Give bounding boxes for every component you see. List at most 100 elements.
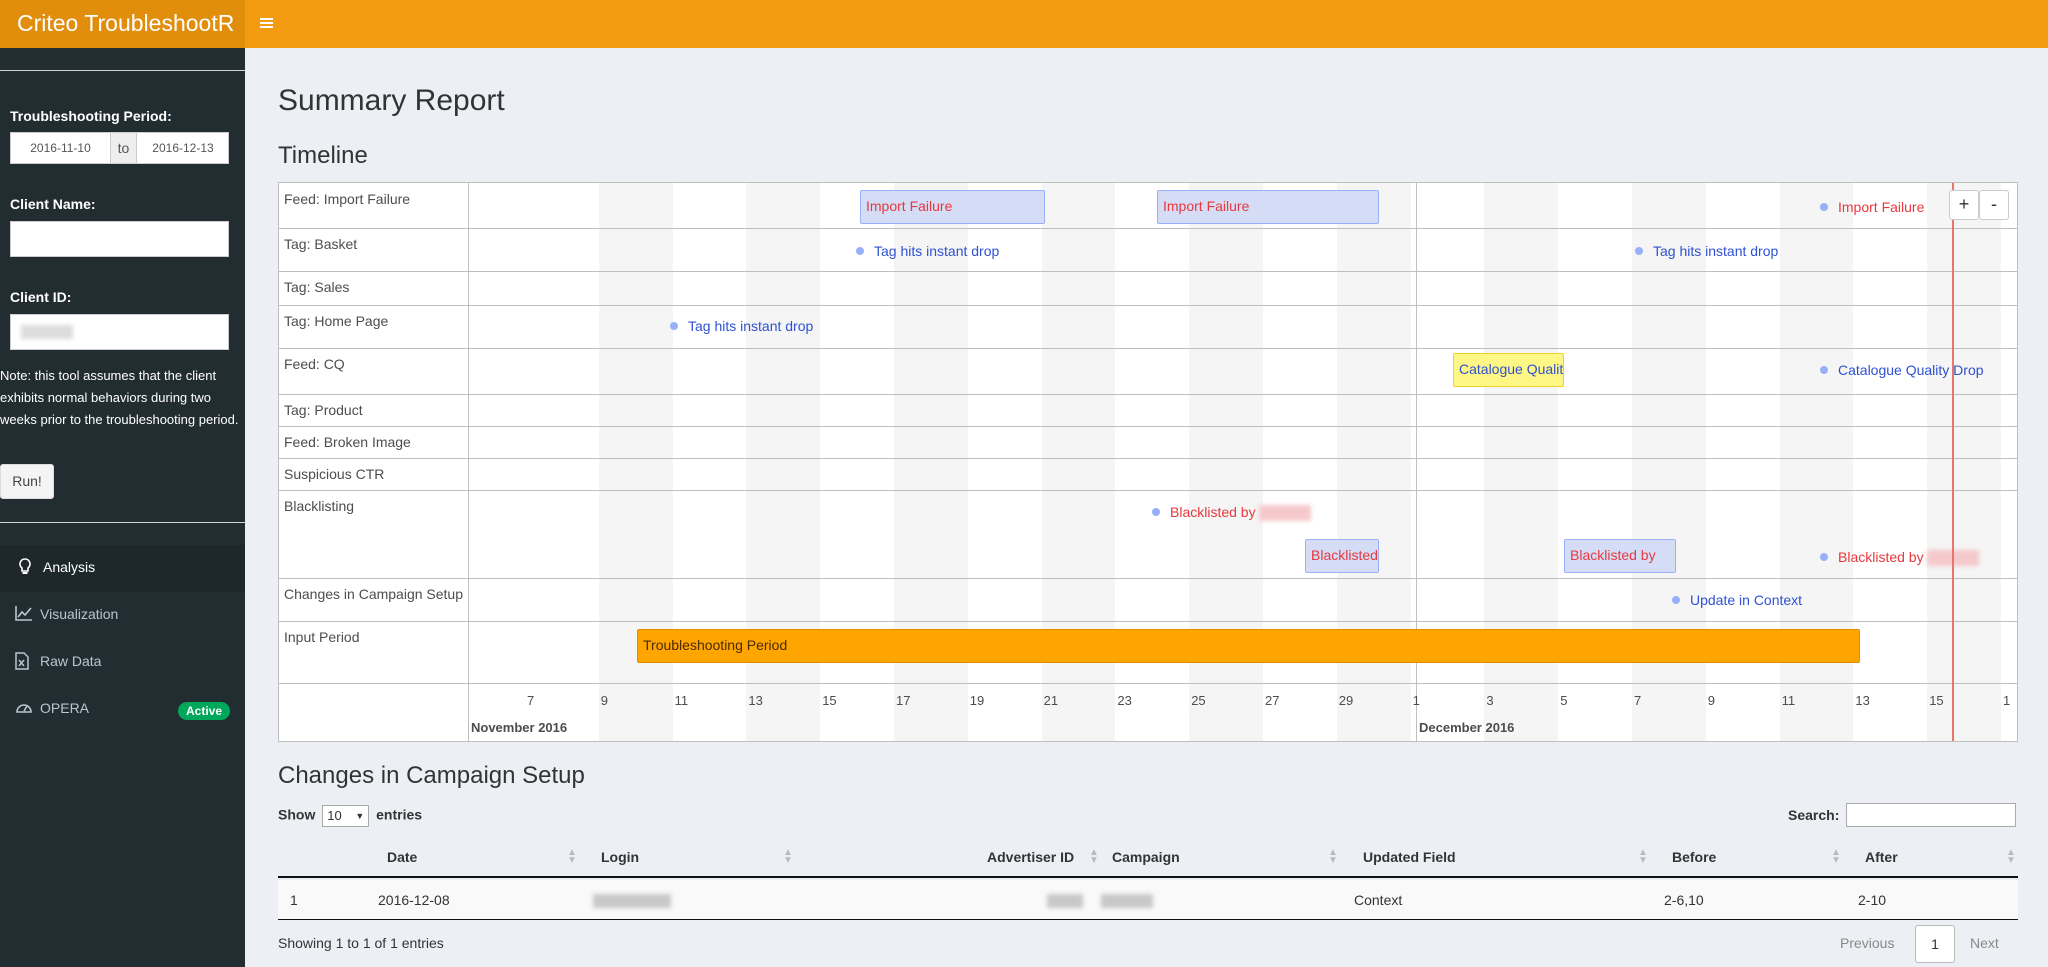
blacklist-point[interactable]: Blacklisted by <box>1820 549 1980 567</box>
menu-item-label: Analysis <box>43 559 96 575</box>
timeline-band <box>1927 183 2001 741</box>
entries-label: entries <box>376 806 423 823</box>
cell-date: 2016-12-08 <box>378 892 450 908</box>
column-header-login[interactable]: Login <box>601 849 639 865</box>
timeline-row-label: Input Period <box>284 629 360 645</box>
file-excel-icon <box>15 652 33 672</box>
import-failure-point[interactable]: Import Failure <box>1820 199 1924 215</box>
show-label: Show <box>278 806 316 823</box>
item-label: Tag hits instant drop <box>874 243 1000 259</box>
zoom-in-button[interactable]: + <box>1949 190 1979 220</box>
point-marker <box>1672 596 1680 605</box>
item-label: Update in Context <box>1690 592 1803 608</box>
timeline-row-label: Feed: CQ <box>284 356 345 372</box>
client-name-input[interactable] <box>10 221 229 257</box>
troubleshooting-period-range[interactable]: Troubleshooting Period <box>637 629 1860 663</box>
basket-drop-point[interactable]: Tag hits instant drop <box>1635 243 1778 259</box>
import-failure-range[interactable]: Import Failure <box>860 190 1045 224</box>
cell-login-redacted <box>593 892 671 909</box>
row-divider <box>279 394 2017 395</box>
axis-tick-label: 17 <box>896 693 911 708</box>
sort-icon[interactable]: ▲ ▼ <box>1089 848 1099 866</box>
zoom-out-button[interactable]: - <box>1979 190 2009 220</box>
sort-icon[interactable]: ▲ ▼ <box>783 848 793 866</box>
sort-icon[interactable]: ▲ ▼ <box>2006 848 2016 866</box>
timeline-row-label: Changes in Campaign Setup <box>284 586 464 602</box>
redacted-login <box>593 894 671 909</box>
row-divider <box>279 683 2017 684</box>
axis-tick-label: 29 <box>1338 693 1354 708</box>
row-divider <box>279 305 2017 306</box>
timeline-row-label: Tag: Basket <box>284 236 358 252</box>
blacklist-point[interactable]: Blacklisted by <box>1152 504 1312 522</box>
row-divider <box>279 271 2017 272</box>
redacted-client-id <box>21 325 73 339</box>
axis-month-label: December 2016 <box>1419 720 1515 735</box>
date-from-input[interactable]: 2016-11-10 <box>11 133 110 163</box>
page-button[interactable]: 1 <box>1915 925 1955 963</box>
sort-icon[interactable]: ▲ ▼ <box>1638 848 1648 866</box>
menu-item-visualization[interactable]: Visualization <box>0 592 245 639</box>
redacted-advertiser-id <box>1047 894 1083 909</box>
timeline-row-label: Blacklisting <box>284 498 355 514</box>
redacted-campaign <box>1101 894 1153 909</box>
home-page-drop-point[interactable]: Tag hits instant drop <box>670 318 813 334</box>
entries-count: 10 <box>327 808 342 823</box>
previous-button[interactable]: Previous <box>1840 935 1894 951</box>
cell-updated-field: Context <box>1354 892 1403 908</box>
current-time-line <box>1952 183 1954 741</box>
menu-item-raw-data[interactable]: Raw Data <box>0 639 245 686</box>
timeline-row-label: Feed: Import Failure <box>284 191 411 207</box>
item-label: Tag hits instant drop <box>1653 243 1779 259</box>
column-header-updated-field[interactable]: Updated Field <box>1363 849 1456 865</box>
item-label: Blacklisted by <box>1838 549 1924 565</box>
sort-icon[interactable]: ▲ ▼ <box>567 848 577 866</box>
date-to-input[interactable]: 2016-12-13 <box>137 133 229 163</box>
blacklist-range[interactable]: Blacklisted by <box>1305 539 1379 573</box>
tool-note: Note: this tool assumes that the client … <box>0 368 239 427</box>
row-divider <box>279 621 2017 622</box>
axis-tick-label: 13 <box>748 693 763 708</box>
point-marker <box>1152 508 1160 517</box>
item-label: Tag hits instant drop <box>688 318 814 334</box>
axis-tick-label: 9 <box>1707 693 1716 708</box>
search-input[interactable] <box>1846 803 2016 827</box>
catalogue-quality-point[interactable]: Catalogue Quality Drop <box>1820 362 1984 378</box>
basket-drop-point[interactable]: Tag hits instant drop <box>856 243 999 259</box>
axis-tick-label: 25 <box>1191 693 1206 708</box>
catalogue-quality-range[interactable]: Catalogue Quality Drop <box>1453 353 1564 387</box>
menu-item-opera[interactable]: OPERA Active <box>0 686 245 733</box>
timeline-row-label: Feed: Broken Image <box>284 434 411 450</box>
axis-tick-label: 9 <box>600 693 609 708</box>
app-title[interactable]: Criteo TroubleshootR <box>0 0 245 48</box>
entries-select[interactable]: 10 ▼ <box>322 805 370 827</box>
timeline-widget[interactable]: 7 9 11 13 15 17 19 21 23 25 27 29 1 3 5 7 9 11 13 15 1 Novemb… <box>278 182 2018 742</box>
column-header-campaign[interactable]: Campaign <box>1112 849 1180 865</box>
sidebar: Troubleshooting Period: 2016-11-10 to 20… <box>0 48 245 967</box>
update-context-point[interactable]: Update in Context <box>1672 592 1802 608</box>
blacklist-range[interactable]: Blacklisted by <box>1564 539 1676 573</box>
sort-icon[interactable]: ▲ ▼ <box>1831 848 1841 866</box>
row-divider <box>279 458 2017 459</box>
run-button[interactable]: Run! <box>0 464 54 499</box>
row-divider <box>279 490 2017 491</box>
column-header-advertiser-id[interactable]: Advertiser ID <box>987 849 1074 865</box>
client-id-input[interactable] <box>10 314 229 350</box>
page-title: Summary Report <box>278 84 505 117</box>
column-header-after[interactable]: After <box>1865 849 1898 865</box>
status-badge: Active <box>178 702 231 720</box>
menu-item-analysis[interactable]: Analysis <box>0 545 245 592</box>
axis-tick-label: 7 <box>527 693 535 708</box>
sidebar-divider <box>0 522 245 523</box>
menu-item-label: Visualization <box>40 606 119 622</box>
hamburger-icon[interactable] <box>260 12 277 34</box>
item-label: Blacklisted by <box>1170 504 1256 520</box>
sort-icon[interactable]: ▲ ▼ <box>1328 848 1338 866</box>
table-row[interactable]: 1 2016-12-08 Context 2-6,10 2-10 <box>278 880 2018 920</box>
column-header-date[interactable]: Date <box>387 849 417 865</box>
point-marker <box>1820 203 1828 212</box>
import-failure-range[interactable]: Import Failure <box>1157 190 1379 224</box>
next-button[interactable]: Next <box>1970 935 1999 951</box>
column-header-before[interactable]: Before <box>1672 849 1716 865</box>
axis-month-label: November 2016 <box>471 720 568 735</box>
